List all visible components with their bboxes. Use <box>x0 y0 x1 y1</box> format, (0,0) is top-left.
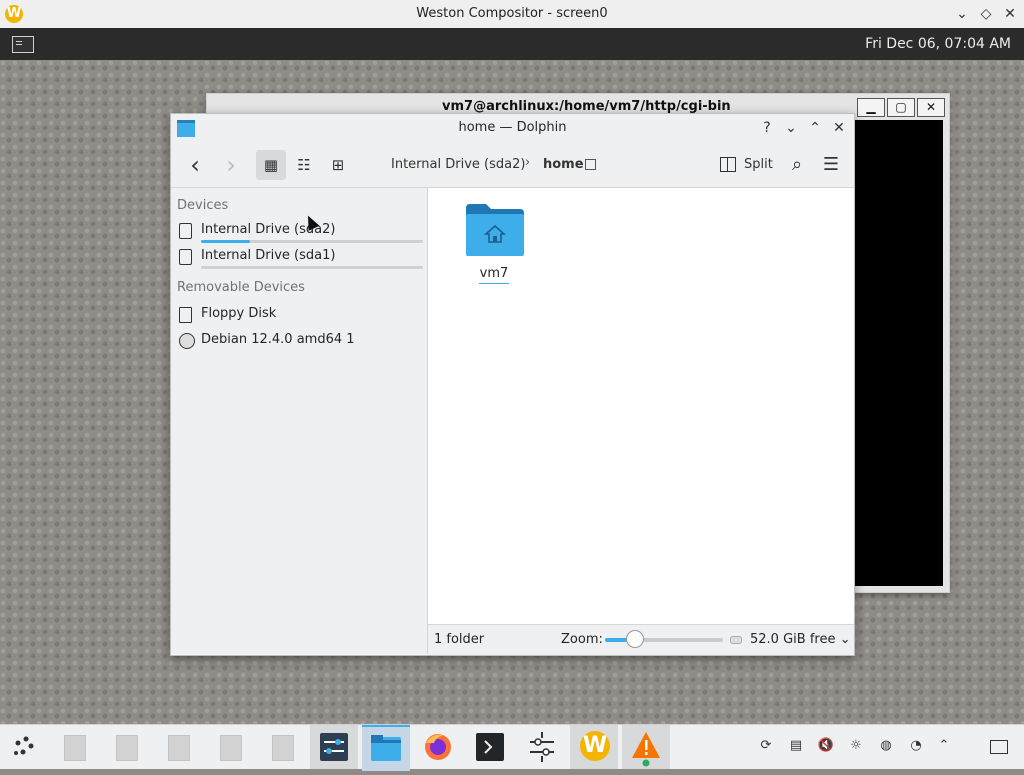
close-button[interactable]: ✕ <box>829 118 849 138</box>
breadcrumb-separator: › <box>525 155 531 170</box>
document-icon[interactable] <box>50 725 98 769</box>
hard-drive-icon <box>179 223 192 239</box>
system-settings-icon[interactable] <box>310 725 358 769</box>
breadcrumb-current[interactable]: home <box>543 157 584 172</box>
document-icon[interactable] <box>206 725 254 769</box>
place-floppy-disk[interactable]: Floppy Disk <box>175 303 423 325</box>
zoom-slider-handle[interactable] <box>626 630 644 648</box>
clock-icon[interactable]: ◔ <box>907 737 925 755</box>
breadcrumb-parent[interactable]: Internal Drive (sda2) <box>391 157 525 172</box>
weston-icon[interactable]: W <box>570 725 618 769</box>
forward-button[interactable]: › <box>219 150 243 180</box>
weston-minimize-button[interactable]: ⌄ <box>952 4 972 24</box>
search-icon[interactable]: ⌕ <box>785 150 809 180</box>
minimize-button[interactable]: ⌄ <box>781 118 801 138</box>
place-label: Internal Drive (sda1) <box>201 248 336 263</box>
taskbar: W ⟳ ▤ 🔇 ☼ ◍ ◔ ⌃ <box>0 724 1024 771</box>
show-desktop-icon[interactable] <box>990 740 1008 754</box>
dolphin-window-title: home — Dolphin <box>458 120 567 135</box>
place-label: Floppy Disk <box>201 306 277 321</box>
dolphin-titlebar[interactable]: home — Dolphin ? ⌄ ⌃ ✕ <box>171 114 854 142</box>
terminal-body[interactable] <box>853 120 943 586</box>
zoom-label: Zoom: <box>561 632 603 647</box>
compact-view-button[interactable]: ☷ <box>289 150 319 180</box>
weston-close-button[interactable]: ✕ <box>1000 4 1020 24</box>
network-icon[interactable]: ⟳ <box>757 737 775 755</box>
drive-usage-bar <box>201 266 423 269</box>
top-panel: Fri Dec 06, 07:04 AM <box>0 28 1024 60</box>
place-debian-disc[interactable]: Debian 12.4.0 amd64 1 <box>175 329 423 351</box>
document-icon[interactable] <box>154 725 202 769</box>
floppy-icon <box>179 307 192 323</box>
place-internal-drive-sda1[interactable]: Internal Drive (sda1) <box>175 245 423 269</box>
firefox-icon[interactable] <box>414 725 462 769</box>
terminal-close-button[interactable]: ✕ <box>917 98 945 117</box>
home-folder-icon <box>466 204 524 256</box>
item-count: 1 folder <box>434 632 485 647</box>
zoom-reset-icon[interactable] <box>730 636 742 644</box>
globe-icon[interactable]: ◍ <box>877 737 895 755</box>
terminal-icon[interactable] <box>466 725 514 769</box>
top-panel-clock: Fri Dec 06, 07:04 AM <box>865 36 1011 52</box>
brightness-icon[interactable]: ☼ <box>847 737 865 755</box>
terminal-minimize-button[interactable]: ▁ <box>857 98 885 117</box>
weston-logo-icon: W <box>580 731 610 761</box>
volume-muted-icon[interactable]: 🔇 <box>817 737 835 755</box>
terminal-maximize-button[interactable]: ▢ <box>887 98 915 117</box>
terminal-window-title: vm7@archlinux:/home/vm7/http/cgi-bin <box>442 99 731 114</box>
dolphin-toolbar: ‹ › ▦ ☷ ⊞ Internal Drive (sda2) › home S… <box>171 142 854 188</box>
terminal-icon[interactable] <box>12 36 34 53</box>
optical-disc-icon <box>179 333 195 349</box>
dolphin-folder-icon[interactable] <box>362 725 410 771</box>
mixer-icon[interactable] <box>518 725 566 769</box>
free-space-dropdown[interactable]: 52.0 GiB free ⌄ <box>750 632 850 647</box>
expand-icon[interactable]: ⌃ <box>935 737 953 755</box>
document-icon[interactable] <box>102 725 150 769</box>
details-view-button[interactable]: ⊞ <box>323 150 353 180</box>
hamburger-menu-icon[interactable]: ☰ <box>819 150 843 180</box>
dolphin-window: home — Dolphin ? ⌄ ⌃ ✕ ‹ › ▦ ☷ ⊞ Interna… <box>170 113 855 656</box>
app-launcher-icon[interactable] <box>0 725 48 769</box>
folder-label-underline <box>479 283 509 284</box>
warning-icon[interactable] <box>622 725 670 769</box>
document-icon[interactable] <box>258 725 306 769</box>
hard-drive-icon <box>179 249 192 265</box>
split-button[interactable]: Split <box>720 157 773 172</box>
devices-header: Devices <box>177 198 229 213</box>
weston-titlebar: W Weston Compositor - screen0 ⌄ ◇ ✕ <box>0 0 1024 29</box>
place-internal-drive-sda2[interactable]: Internal Drive (sda2) <box>175 219 423 243</box>
status-bar: 1 folder Zoom: 52.0 GiB free ⌄ <box>428 624 854 655</box>
weston-maximize-button[interactable]: ◇ <box>976 4 996 24</box>
drive-usage-fill <box>201 240 250 243</box>
clipboard-icon[interactable]: ▤ <box>787 737 805 755</box>
help-button[interactable]: ? <box>757 118 777 138</box>
back-button[interactable]: ‹ <box>183 150 207 180</box>
folder-label: vm7 <box>479 266 509 281</box>
folder-lock-icon <box>585 159 596 170</box>
weston-window-title: Weston Compositor - screen0 <box>416 6 608 21</box>
places-sidebar: Devices Internal Drive (sda2) Internal D… <box>171 188 428 654</box>
icons-view-button[interactable]: ▦ <box>256 150 286 180</box>
place-label: Debian 12.4.0 amd64 1 <box>201 332 355 347</box>
folder-item-vm7[interactable]: vm7 <box>464 204 524 286</box>
maximize-button[interactable]: ⌃ <box>805 118 825 138</box>
file-view[interactable]: vm7 <box>428 188 854 624</box>
removable-devices-header: Removable Devices <box>177 280 305 295</box>
drive-usage-bar <box>201 240 423 243</box>
zoom-slider[interactable] <box>605 638 723 642</box>
